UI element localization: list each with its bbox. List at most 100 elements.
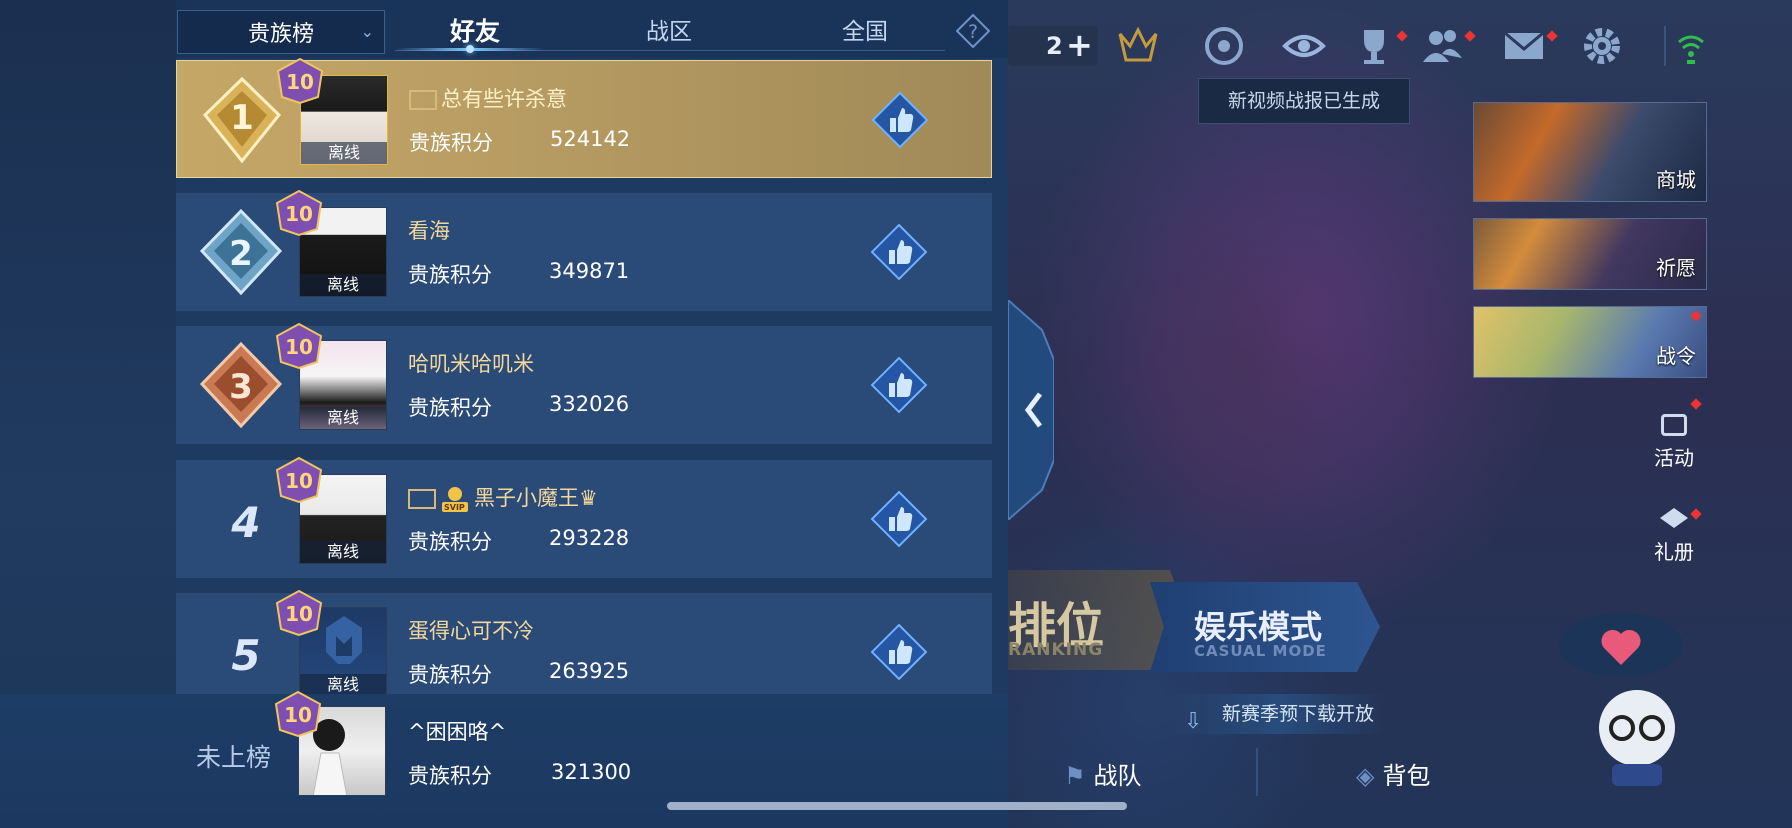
score-value: 332026: [549, 392, 630, 416]
new-season-label: 新赛季预下载开放: [1222, 703, 1375, 725]
friends-icon[interactable]: [1420, 24, 1464, 68]
bag-label: 背包: [1382, 762, 1431, 790]
leaderboard-row[interactable]: 1 离线 10 总有些许杀意 贵族积分 524142: [176, 57, 992, 178]
noble-level: 10: [285, 202, 313, 226]
noble-level-badge-icon: 10: [275, 322, 323, 370]
chevron-down-icon: ⌄: [360, 22, 374, 41]
battle-pass-label: 战令: [1656, 344, 1696, 368]
score-value: 263925: [549, 659, 630, 683]
offline-status: 离线: [300, 274, 386, 296]
team-link[interactable]: ⚑ 战队: [1064, 756, 1142, 791]
svg-text:?: ?: [968, 21, 978, 43]
shop-card[interactable]: 商城: [1473, 102, 1707, 202]
player-name-text: 总有些许杀意: [441, 87, 567, 111]
video-eye-icon[interactable]: [1282, 24, 1326, 68]
friend-count: 2: [1046, 32, 1063, 60]
svip-crown-icon: SVIP: [440, 484, 470, 514]
score-label: 贵族积分: [409, 131, 493, 155]
svip-label: SVIP: [444, 503, 465, 512]
rank-crest-icon[interactable]: [1116, 24, 1160, 68]
thumbs-up-icon[interactable]: [870, 223, 928, 281]
activity-icon: [1661, 414, 1687, 436]
rank-number: 3: [229, 367, 253, 407]
offline-status: 离线: [300, 541, 386, 563]
rank-number: 2: [229, 234, 253, 274]
gift-book-label: 礼册: [1654, 540, 1694, 564]
score-value: 349871: [549, 259, 630, 283]
unranked-label: 未上榜: [196, 743, 272, 772]
player-name: 看海: [408, 219, 450, 243]
tab-friends-indicator-dot: [466, 45, 474, 53]
activity-link[interactable]: 活动: [1644, 414, 1704, 471]
leaderboard-category-label: 贵族榜: [247, 22, 314, 47]
vip-frame-icon: [408, 489, 436, 509]
noble-level: 10: [285, 469, 313, 493]
my-player-name: ^困困咯^: [408, 720, 507, 744]
noble-level: 10: [284, 703, 312, 727]
score-value: 524142: [550, 127, 631, 151]
tab-nation[interactable]: 全国: [790, 12, 940, 48]
player-name-text: 黑子小魔王♛: [474, 486, 598, 510]
thumbs-up-icon[interactable]: [870, 623, 928, 681]
noble-level-badge-icon: 10: [275, 456, 323, 504]
activity-label: 活动: [1654, 446, 1694, 470]
bag-icon: ◈: [1356, 762, 1375, 790]
my-score-value: 321300: [551, 760, 632, 784]
collapse-panel-button[interactable]: [1008, 300, 1054, 520]
score-label: 贵族积分: [408, 530, 492, 554]
add-friend-icon[interactable]: +: [1066, 26, 1093, 64]
rank-number: 1: [230, 98, 254, 138]
vip-frame-icon: [409, 90, 437, 110]
player-name: 哈叽米哈叽米: [408, 352, 534, 376]
thumbs-up-icon[interactable]: [870, 490, 928, 548]
noble-level: 10: [286, 70, 314, 94]
thumbs-up-icon[interactable]: [871, 91, 929, 149]
player-name: 蛋得心可不冷: [408, 619, 534, 643]
shop-label: 商城: [1656, 168, 1696, 192]
home-indicator-bar[interactable]: [667, 802, 1127, 810]
assistant-robot-icon[interactable]: [1582, 680, 1692, 790]
leaderboard-row[interactable]: 3 离线 10 哈叽米哈叽米 贵族积分 332026: [176, 322, 992, 444]
thumbs-up-icon[interactable]: [870, 356, 928, 414]
score-label: 贵族积分: [408, 396, 492, 420]
score-label: 贵族积分: [408, 764, 492, 788]
team-icon: ⚑: [1064, 762, 1086, 790]
record-icon[interactable]: [1202, 24, 1246, 68]
tab-friends[interactable]: 好友: [400, 12, 550, 48]
gift-book-icon: [1660, 508, 1688, 528]
trophy-icon[interactable]: [1352, 24, 1396, 68]
wish-label: 祈愿: [1656, 256, 1696, 280]
help-icon[interactable]: ?: [956, 14, 990, 48]
download-icon: ⇩: [1184, 709, 1203, 734]
noble-level-badge-icon: 10: [274, 690, 322, 738]
settings-gear-icon[interactable]: [1580, 24, 1624, 68]
score-label: 贵族积分: [408, 263, 492, 287]
leaderboard-row[interactable]: 4 离线 10 SVIP 黑子小魔王♛ 贵族积分 293228: [176, 456, 992, 578]
bottom-divider: [1256, 748, 1258, 796]
new-season-download-banner[interactable]: ⇩ 新赛季预下载开放: [1170, 694, 1386, 734]
ranked-mode-subtitle: RANKING: [1008, 640, 1104, 660]
noble-level-badge-icon: 10: [276, 57, 324, 105]
new-video-tooltip: 新视频战报已生成: [1198, 78, 1410, 124]
noble-level: 10: [285, 335, 313, 359]
leaderboard-category-dropdown[interactable]: 贵族榜 ⌄: [177, 10, 385, 54]
mail-icon[interactable]: [1502, 24, 1546, 68]
bag-link[interactable]: ◈ 背包: [1356, 756, 1430, 791]
leaderboard-row[interactable]: 2 离线 10 看海 贵族积分 349871: [176, 189, 992, 311]
offline-status: 离线: [301, 142, 387, 164]
wish-card[interactable]: 祈愿: [1473, 218, 1707, 290]
casual-mode-subtitle: CASUAL MODE: [1194, 642, 1327, 660]
score-value: 293228: [549, 526, 630, 550]
noble-level-badge-icon: 10: [275, 189, 323, 237]
wifi-signal-icon: [1678, 35, 1704, 64]
rank-number: 4: [231, 498, 261, 547]
casual-mode-button[interactable]: 娱乐模式 CASUAL MODE: [1150, 582, 1380, 672]
rank-number: 5: [231, 631, 261, 680]
noble-level-badge-icon: 10: [275, 589, 323, 637]
battle-pass-card[interactable]: 战令: [1473, 306, 1707, 378]
tab-zone[interactable]: 战区: [594, 12, 744, 48]
offline-status: 离线: [300, 407, 386, 429]
team-label: 战队: [1093, 762, 1142, 790]
noble-level: 10: [285, 602, 313, 626]
score-label: 贵族积分: [408, 663, 492, 687]
